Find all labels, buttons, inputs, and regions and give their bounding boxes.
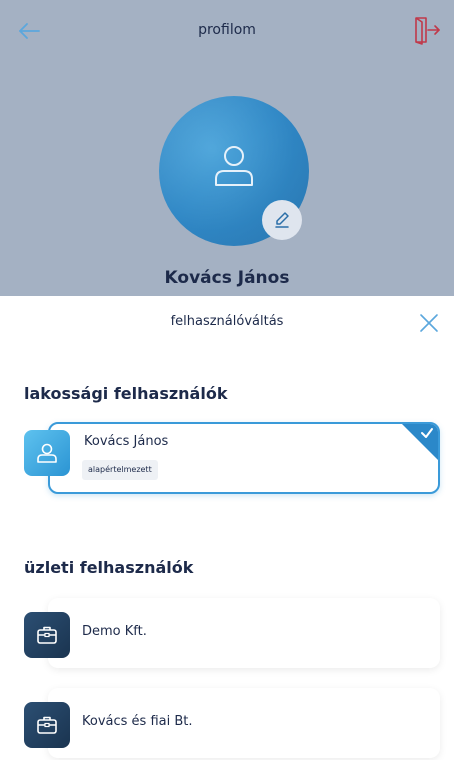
- user-name: Kovács János: [84, 434, 169, 449]
- user-name: Demo Kft.: [82, 624, 147, 639]
- user-card-business[interactable]: Demo Kft.: [48, 598, 440, 668]
- close-icon: [420, 314, 438, 332]
- checkmark-icon: [421, 428, 433, 438]
- logout-button[interactable]: [412, 14, 442, 46]
- user-switch-sheet: felhasználóváltás lakossági felhasználók…: [0, 296, 454, 760]
- person-icon: [215, 146, 253, 186]
- person-icon: [37, 443, 57, 463]
- top-bar: profilom: [0, 12, 454, 56]
- logout-door-icon: [415, 17, 440, 45]
- section-heading-resident: lakossági felhasználók: [24, 384, 228, 403]
- user-name: Kovács és fiai Bt.: [82, 714, 193, 729]
- section-heading-business: üzleti felhasználók: [24, 558, 194, 577]
- sheet-title: felhasználóváltás: [170, 314, 284, 329]
- user-card-business[interactable]: Kovács és fiai Bt.: [48, 688, 440, 758]
- profile-name: Kovács János: [164, 268, 290, 288]
- edit-avatar-button[interactable]: [262, 200, 302, 240]
- screen: profilom Kovács János felhasználóváltás …: [0, 0, 454, 760]
- user-card-resident-selected[interactable]: Kovács János alapértelmezett: [48, 422, 440, 494]
- pencil-icon: [275, 212, 289, 228]
- resident-user-avatar: [24, 430, 70, 476]
- business-user-avatar: [24, 612, 70, 658]
- briefcase-icon: [37, 626, 57, 644]
- business-user-avatar: [24, 702, 70, 748]
- avatar-container: [159, 96, 309, 246]
- page-title: profilom: [198, 22, 256, 38]
- default-badge: alapértelmezett: [82, 460, 158, 480]
- profile-header: profilom Kovács János: [0, 0, 454, 300]
- close-button[interactable]: [418, 312, 440, 334]
- briefcase-icon: [37, 716, 57, 734]
